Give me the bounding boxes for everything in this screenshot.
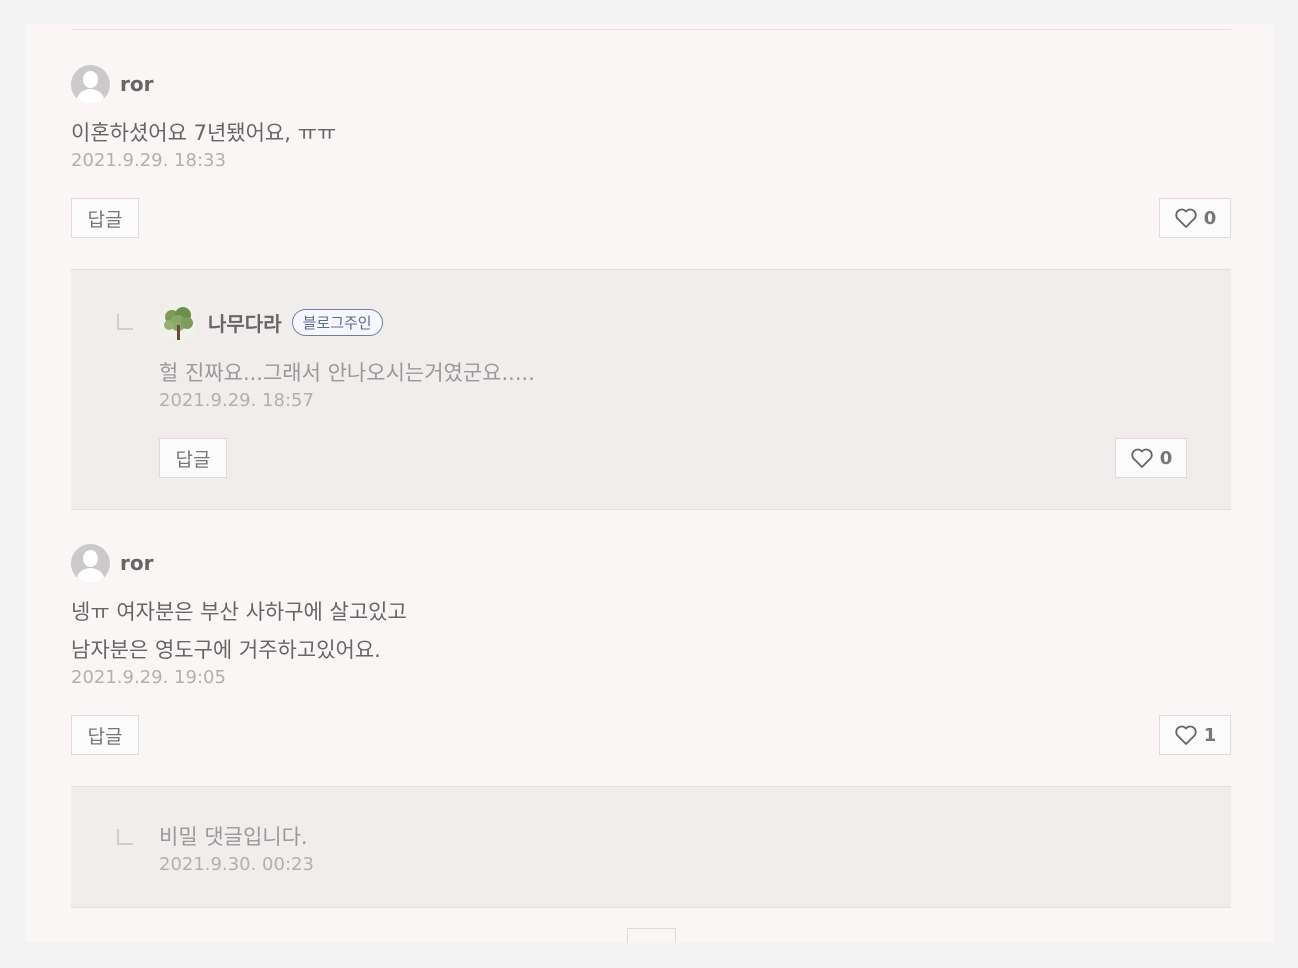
reply-button[interactable]: 답글 (159, 438, 227, 478)
like-button[interactable]: 0 (1159, 198, 1231, 238)
comment-text: 이혼하셨어요 7년됐어요, ㅠㅠ (71, 121, 337, 145)
reply-item: 나무다라 블로그주인 헐 진짜요...그래서 안나오시는거였군요..... 20… (159, 302, 1189, 411)
comment-item: ror 이혼하셨어요 7년됐어요, ㅠㅠ 2021.9.29. 18:33 (71, 64, 1231, 171)
blog-owner-badge: 블로그주인 (291, 308, 383, 336)
user-avatar-icon[interactable] (71, 64, 110, 104)
comment-item: ror 넹ㅠ 여자분은 부산 사하구에 살고있고 남자분은 영도구에 거주하고있… (71, 543, 1231, 688)
comment-date: 2021.9.29. 19:05 (71, 667, 226, 688)
heart-outline-icon (1131, 448, 1153, 468)
reply-date: 2021.9.30. 00:23 (159, 854, 314, 875)
reply-corner-icon (117, 829, 133, 845)
tree-avatar-icon[interactable] (159, 302, 198, 342)
reply-date: 2021.9.29. 18:57 (159, 390, 314, 411)
heart-outline-icon (1175, 208, 1197, 228)
comment-author[interactable]: ror (120, 551, 153, 575)
user-avatar-icon[interactable] (71, 543, 110, 583)
reply-text: 헐 진짜요...그래서 안나오시는거였군요..... (159, 361, 535, 385)
secret-reply-text: 비밀 댓글입니다. (159, 825, 308, 849)
like-count: 0 (1203, 207, 1217, 229)
like-button[interactable]: 0 (1115, 438, 1187, 478)
reply-corner-icon (117, 314, 133, 330)
reply-author[interactable]: 나무다라 (208, 308, 282, 337)
comment-author[interactable]: ror (120, 72, 153, 96)
pagination[interactable] (627, 928, 676, 943)
heart-outline-icon (1175, 725, 1197, 745)
secret-reply-item: 비밀 댓글입니다. 2021.9.30. 00:23 (159, 818, 1189, 875)
like-button[interactable]: 1 (1159, 715, 1231, 755)
top-divider (71, 29, 1231, 30)
comment-date: 2021.9.29. 18:33 (71, 150, 226, 171)
reply-button[interactable]: 답글 (71, 198, 139, 238)
like-count: 1 (1203, 724, 1217, 746)
reply-button[interactable]: 답글 (71, 715, 139, 755)
like-count: 0 (1159, 447, 1173, 469)
comment-text: 넹ㅠ 여자분은 부산 사하구에 살고있고 남자분은 영도구에 거주하고있어요. (71, 600, 407, 662)
